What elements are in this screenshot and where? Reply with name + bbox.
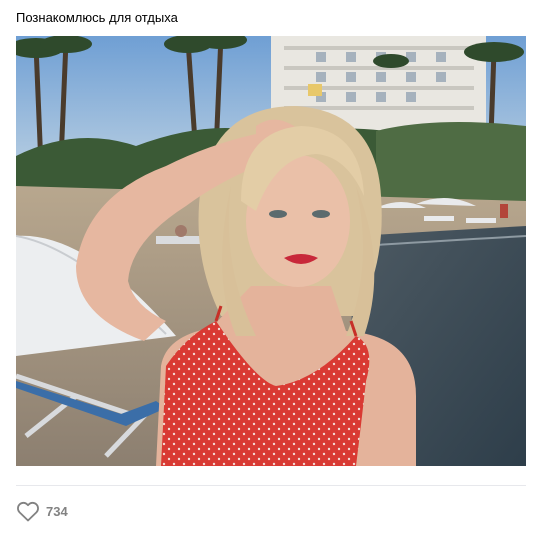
like-count: 734	[46, 503, 68, 519]
heart-outline-icon	[16, 500, 40, 522]
post-photo[interactable]	[16, 36, 526, 466]
photo-illustration	[16, 36, 526, 466]
like-button[interactable]: 734	[16, 498, 68, 524]
wall-post: Познакомлюсь для отдыха 734	[0, 0, 543, 535]
post-text: Познакомлюсь для отдыха	[16, 10, 178, 25]
post-divider	[16, 485, 526, 486]
